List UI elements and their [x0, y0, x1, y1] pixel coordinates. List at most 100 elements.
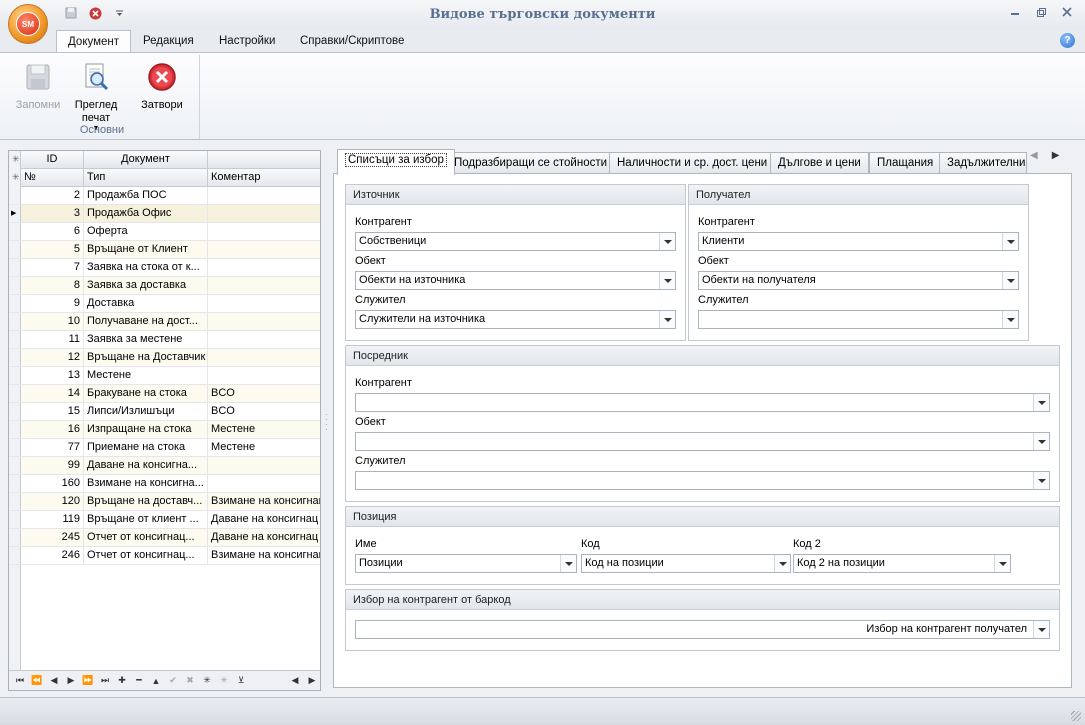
table-row[interactable]: 99 Даване на консигна... [9, 457, 320, 475]
prev-record-icon[interactable]: ◀ [46, 673, 62, 689]
next-record-icon[interactable]: ▶ [63, 673, 79, 689]
row-comment-cell[interactable] [208, 205, 320, 222]
row-indicator[interactable] [9, 259, 21, 276]
filter-icon[interactable]: ⊻ [233, 673, 249, 689]
table-row[interactable]: 160 Взимане на консигна... [9, 475, 320, 493]
delete-icon[interactable]: ━ [131, 673, 147, 689]
row-type-cell[interactable]: Връщане на Доставчик [84, 349, 208, 366]
row-indicator[interactable] [9, 295, 21, 312]
row-num-cell[interactable]: 120 [21, 493, 84, 510]
row-num-cell[interactable]: 77 [21, 439, 84, 456]
row-type-cell[interactable]: Заявка за местене [84, 331, 208, 348]
row-indicator[interactable] [9, 385, 21, 402]
table-row[interactable]: 11 Заявка за местене [9, 331, 320, 349]
source-employee-combo[interactable]: Служители на източника [355, 310, 676, 329]
close-button[interactable]: Затвори [136, 61, 188, 112]
row-type-cell[interactable]: Липси/Излишъци [84, 403, 208, 420]
row-comment-cell[interactable] [208, 349, 320, 366]
chevron-down-icon[interactable] [774, 555, 790, 572]
row-type-cell[interactable]: Връщане от клиент ... [84, 511, 208, 528]
row-comment-cell[interactable] [208, 457, 320, 474]
row-comment-cell[interactable] [208, 475, 320, 492]
chevron-down-icon[interactable] [1002, 272, 1018, 289]
row-num-cell[interactable]: 8 [21, 277, 84, 294]
row-num-cell[interactable]: 6 [21, 223, 84, 240]
resize-grip-icon[interactable] [1071, 711, 1081, 721]
intermediary-contractor-combo[interactable] [355, 393, 1050, 412]
chevron-down-icon[interactable] [659, 233, 675, 250]
row-type-cell[interactable]: Продажба ПОС [84, 187, 208, 204]
table-row[interactable]: 10 Получаване на дост... [9, 313, 320, 331]
row-num-cell[interactable]: 13 [21, 367, 84, 384]
row-comment-cell[interactable] [208, 295, 320, 312]
tab-scroll-left-icon[interactable]: ◀ [1030, 150, 1038, 161]
chevron-down-icon[interactable] [1002, 311, 1018, 328]
restore-icon[interactable] [1035, 6, 1047, 18]
position-code-combo[interactable]: Код на позиции [581, 554, 791, 573]
row-indicator[interactable] [9, 313, 21, 330]
table-row[interactable]: 2 Продажба ПОС [9, 187, 320, 205]
source-object-combo[interactable]: Обекти на източника [355, 271, 676, 290]
table-row[interactable]: ▶ 3 Продажба Офис [9, 205, 320, 223]
tab-selection-lists[interactable]: Списъци за избор [337, 149, 455, 175]
col-header-type[interactable]: Тип [84, 169, 208, 187]
table-row[interactable]: 6 Оферта [9, 223, 320, 241]
chevron-down-icon[interactable] [659, 272, 675, 289]
prev-page-icon[interactable]: ⏪ [29, 673, 45, 689]
tab-debts-prices[interactable]: Дългове и цени [770, 152, 869, 174]
row-comment-cell[interactable] [208, 223, 320, 240]
row-indicator[interactable] [9, 457, 21, 474]
row-indicator[interactable] [9, 403, 21, 420]
row-indicator[interactable] [9, 349, 21, 366]
row-num-cell[interactable]: 7 [21, 259, 84, 276]
row-comment-cell[interactable]: Даване на консигнац [208, 529, 320, 546]
row-type-cell[interactable]: Доставка [84, 295, 208, 312]
row-indicator[interactable] [9, 493, 21, 510]
row-num-cell[interactable]: 2 [21, 187, 84, 204]
col-header-document[interactable]: Документ [84, 151, 208, 169]
scroll-right-icon[interactable]: ▶ [304, 673, 320, 689]
barcode-contractor-combo[interactable]: Избор на контрагент получател [355, 620, 1050, 639]
row-comment-cell[interactable] [208, 367, 320, 384]
table-row[interactable]: 15 Липси/Излишъци BCO [9, 403, 320, 421]
table-row[interactable]: 16 Изпращане на стока Местене [9, 421, 320, 439]
row-num-cell[interactable]: 15 [21, 403, 84, 420]
recipient-object-combo[interactable]: Обекти на получателя [698, 271, 1019, 290]
chevron-down-icon[interactable] [659, 311, 675, 328]
chevron-down-icon[interactable] [1033, 433, 1049, 450]
row-type-cell[interactable]: Продажба Офис [84, 205, 208, 222]
ribbon-tab-settings[interactable]: Настройки [208, 30, 286, 52]
ribbon-tab-edit[interactable]: Редакция [132, 30, 205, 52]
chevron-down-icon[interactable] [560, 555, 576, 572]
minimize-icon[interactable] [1009, 6, 1021, 18]
row-indicator[interactable] [9, 439, 21, 456]
row-type-cell[interactable]: Отчет от консигнац... [84, 529, 208, 546]
row-num-cell[interactable]: 119 [21, 511, 84, 528]
row-comment-cell[interactable] [208, 331, 320, 348]
row-indicator[interactable] [9, 331, 21, 348]
row-num-cell[interactable]: 11 [21, 331, 84, 348]
row-type-cell[interactable]: Получаване на дост... [84, 313, 208, 330]
row-type-cell[interactable]: Заявка на стока от к... [84, 259, 208, 276]
tab-default-values[interactable]: Подразбиращи се стойности [446, 152, 616, 174]
table-row[interactable]: 12 Връщане на Доставчик [9, 349, 320, 367]
next-page-icon[interactable]: ⏩ [80, 673, 96, 689]
intermediary-object-combo[interactable] [355, 432, 1050, 451]
row-type-cell[interactable]: Местене [84, 367, 208, 384]
chevron-down-icon[interactable] [1033, 621, 1049, 638]
row-num-cell[interactable]: 5 [21, 241, 84, 258]
row-type-cell[interactable]: Отчет от консигнац... [84, 547, 208, 564]
row-type-cell[interactable]: Взимане на консигна... [84, 475, 208, 492]
tab-payments[interactable]: Плащания [869, 152, 942, 174]
row-num-cell[interactable]: 16 [21, 421, 84, 438]
row-type-cell[interactable]: Бракуване на стока [84, 385, 208, 402]
table-row[interactable]: 246 Отчет от консигнац... Взимане на конси… [9, 547, 320, 565]
app-logo[interactable]: SM [8, 4, 48, 44]
table-row[interactable]: 14 Бракуване на стока BCO [9, 385, 320, 403]
row-indicator[interactable] [9, 223, 21, 240]
row-num-cell[interactable]: 3 [21, 205, 84, 222]
row-comment-cell[interactable]: BCO [208, 403, 320, 420]
row-num-cell[interactable]: 246 [21, 547, 84, 564]
chevron-down-icon[interactable] [1033, 472, 1049, 489]
row-comment-cell[interactable]: BCO [208, 385, 320, 402]
